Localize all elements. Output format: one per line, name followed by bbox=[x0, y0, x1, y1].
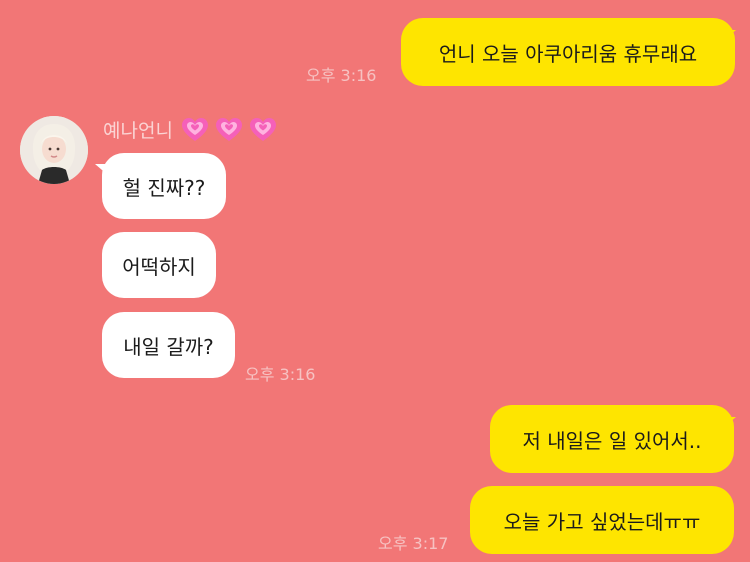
timestamp: 오후 3:16 bbox=[306, 66, 377, 85]
message-bubble-outgoing[interactable]: 오늘 가고 싶었는데ㅠㅠ bbox=[470, 486, 734, 554]
avatar[interactable] bbox=[20, 116, 88, 184]
bubble-tail bbox=[722, 417, 736, 429]
timestamp: 오후 3:16 bbox=[245, 365, 316, 384]
message-text: 어떡하지 bbox=[122, 254, 196, 279]
message-text: 언니 오늘 아쿠아리움 휴무래요 bbox=[438, 41, 698, 66]
message-bubble-incoming[interactable]: 어떡하지 bbox=[102, 232, 216, 298]
sender-header: 예나언니 bbox=[103, 116, 277, 143]
timestamp: 오후 3:17 bbox=[378, 534, 449, 553]
sparkling-heart-icon bbox=[181, 117, 208, 141]
message-text: 헐 진짜?? bbox=[122, 175, 206, 200]
hearts bbox=[181, 117, 277, 143]
sender-name: 예나언니 bbox=[103, 120, 173, 142]
bubble-tail bbox=[722, 30, 736, 42]
message-bubble-incoming[interactable]: 내일 갈까? bbox=[102, 312, 235, 378]
message-text: 오늘 가고 싶었는데ㅠㅠ bbox=[503, 509, 701, 534]
message-text: 내일 갈까? bbox=[123, 334, 214, 359]
message-bubble-outgoing[interactable]: 언니 오늘 아쿠아리움 휴무래요 bbox=[401, 18, 735, 86]
sparkling-heart-icon bbox=[215, 117, 242, 141]
message-text: 저 내일은 일 있어서.. bbox=[522, 428, 702, 453]
message-bubble-outgoing[interactable]: 저 내일은 일 있어서.. bbox=[490, 405, 734, 473]
sparkling-heart-icon bbox=[249, 117, 276, 141]
profile-photo bbox=[20, 116, 88, 184]
message-bubble-incoming[interactable]: 헐 진짜?? bbox=[102, 153, 226, 219]
